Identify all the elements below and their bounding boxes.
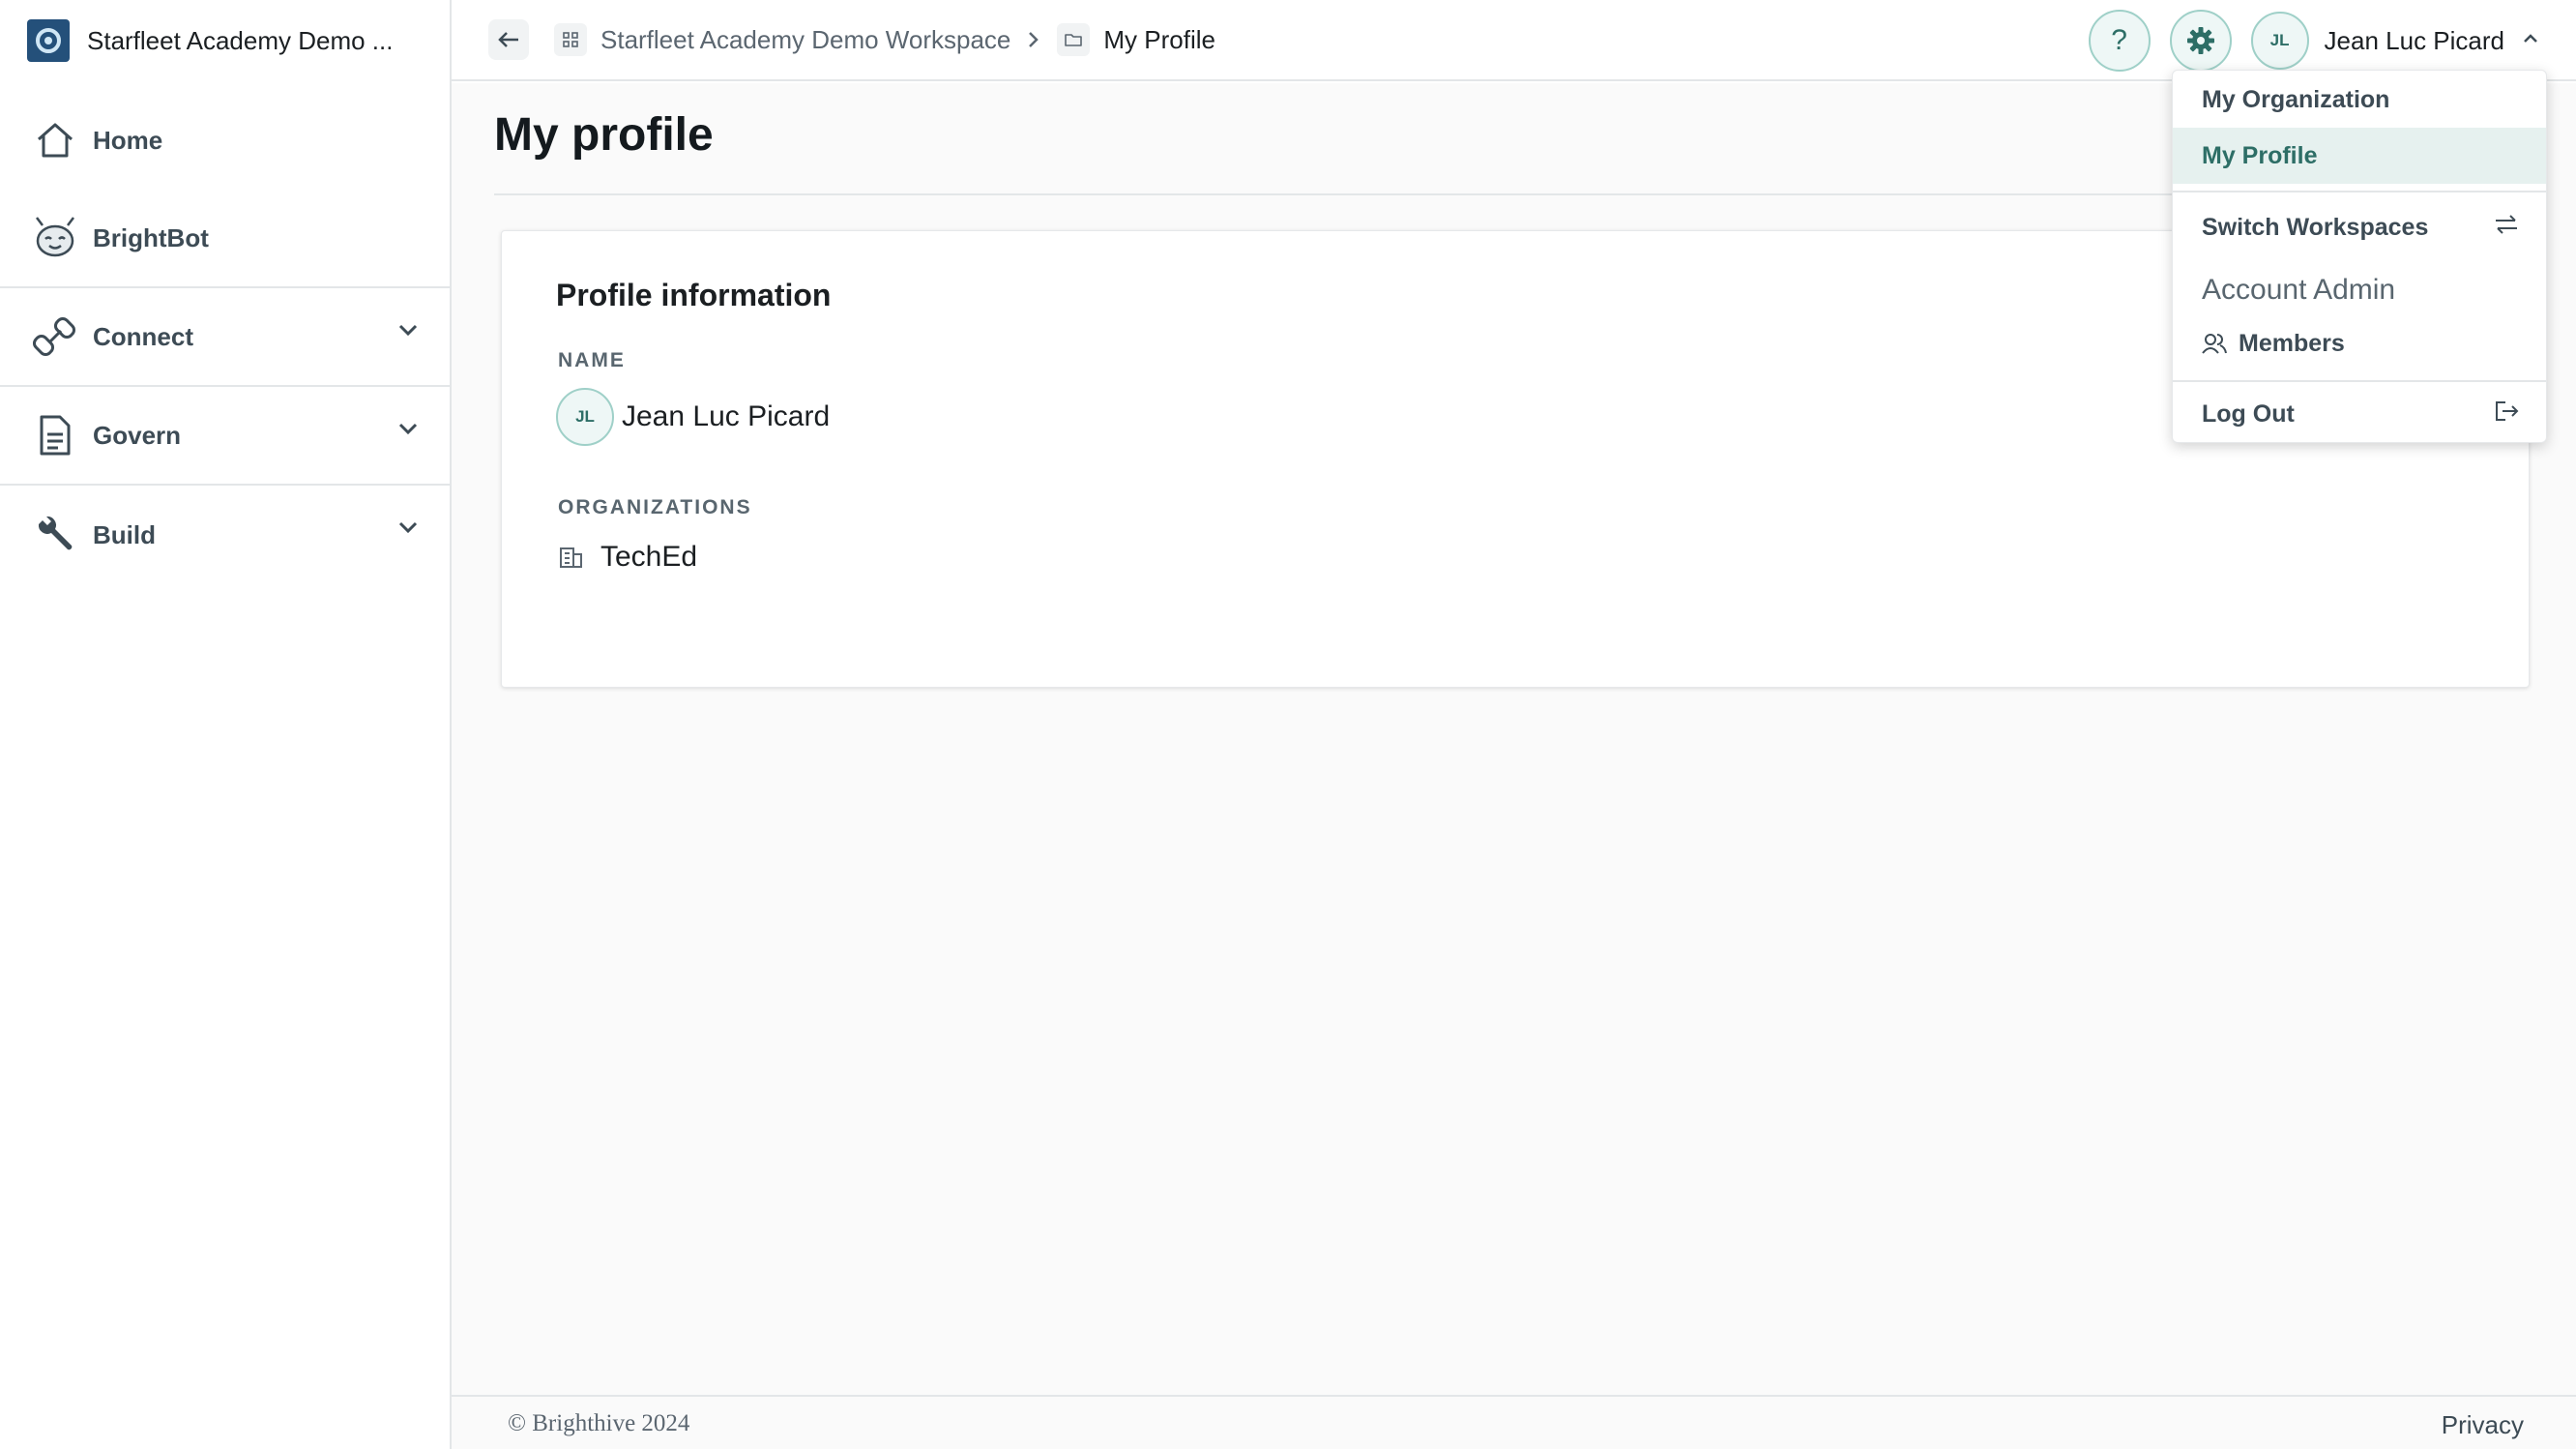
folder-icon [1057,23,1091,56]
sidebar-item-govern[interactable]: Govern [0,387,450,486]
menu-item-label: Log Out [2202,399,2295,428]
arrow-left-icon [498,32,518,47]
name-label: NAME [558,349,626,371]
sidebar: Starfleet Academy Demo ... Home BrightBo… [0,0,452,1449]
user-menu-button[interactable]: JL Jean Luc Picard [2250,12,2539,70]
avatar: JL [2250,12,2309,70]
sidebar-item-label: Connect [93,321,193,351]
grid-icon [554,23,587,56]
back-button[interactable] [488,19,529,60]
chevron-down-icon[interactable] [397,422,419,440]
wrench-icon [31,511,79,559]
home-icon [31,116,79,164]
divider [2173,380,2546,382]
breadcrumb: Starfleet Academy Demo Workspace My Prof… [554,23,1215,56]
card-title: Profile information [556,278,832,312]
settings-button[interactable] [2169,10,2232,72]
section-account-admin: Account Admin [2202,274,2396,306]
brightbot-icon [31,214,79,262]
menu-item-my-profile[interactable]: My Profile [2173,128,2546,184]
document-icon [31,411,79,459]
sidebar-item-build[interactable]: Build [0,486,450,584]
workspace-header[interactable]: Starfleet Academy Demo ... [0,0,450,81]
gear-icon [2186,27,2214,54]
sidebar-nav: Home BrightBot Connect Govern Build [0,91,450,584]
help-button[interactable]: ? [2088,10,2151,72]
privacy-link[interactable]: Privacy [2442,1410,2524,1440]
menu-item-label: Switch Workspaces [2202,213,2429,241]
copyright: © Brighthive 2024 [508,1410,690,1436]
swap-icon [2494,214,2519,242]
organizations-label: ORGANIZATIONS [558,496,752,518]
menu-item-switch-workspaces[interactable]: Switch Workspaces [2173,199,2546,255]
menu-item-members[interactable]: Members [2173,315,2546,371]
sidebar-item-home[interactable]: Home [0,91,450,190]
sidebar-item-connect[interactable]: Connect [0,288,450,387]
user-dropdown-menu: My Organization My Profile Switch Worksp… [2172,70,2547,443]
organization-value: TechEd [600,541,698,573]
chevron-up-icon [2522,32,2539,49]
divider [2173,191,2546,192]
sidebar-item-label: Build [93,519,156,549]
avatar: JL [556,388,614,446]
sidebar-item-brightbot[interactable]: BrightBot [0,190,450,288]
sidebar-item-label: BrightBot [93,222,209,252]
chevron-down-icon[interactable] [397,323,419,341]
page-title: My profile [494,109,714,161]
name-value: Jean Luc Picard [622,400,831,432]
chevron-right-icon [1028,30,1039,49]
sidebar-item-label: Home [93,125,163,155]
link-icon [31,312,79,361]
organization-row: TechEd [558,541,697,574]
logout-icon [2494,399,2519,429]
chevron-down-icon[interactable] [397,520,419,539]
menu-item-label: Members [2239,329,2345,357]
breadcrumb-current: My Profile [1103,24,1215,54]
workspace-logo [27,19,70,62]
breadcrumb-workspace[interactable]: Starfleet Academy Demo Workspace [600,25,1010,55]
name-row: JL Jean Luc Picard [556,388,830,446]
workspace-name: Starfleet Academy Demo ... [87,25,394,55]
help-icon: ? [2111,24,2127,56]
user-name: Jean Luc Picard [2324,25,2504,55]
menu-item-my-organization[interactable]: My Organization [2173,72,2546,128]
menu-item-log-out[interactable]: Log Out [2173,386,2546,442]
users-icon [2202,332,2227,355]
sidebar-item-label: Govern [93,420,182,450]
footer: © Brighthive 2024 Privacy [452,1395,2576,1449]
building-icon [560,547,582,568]
